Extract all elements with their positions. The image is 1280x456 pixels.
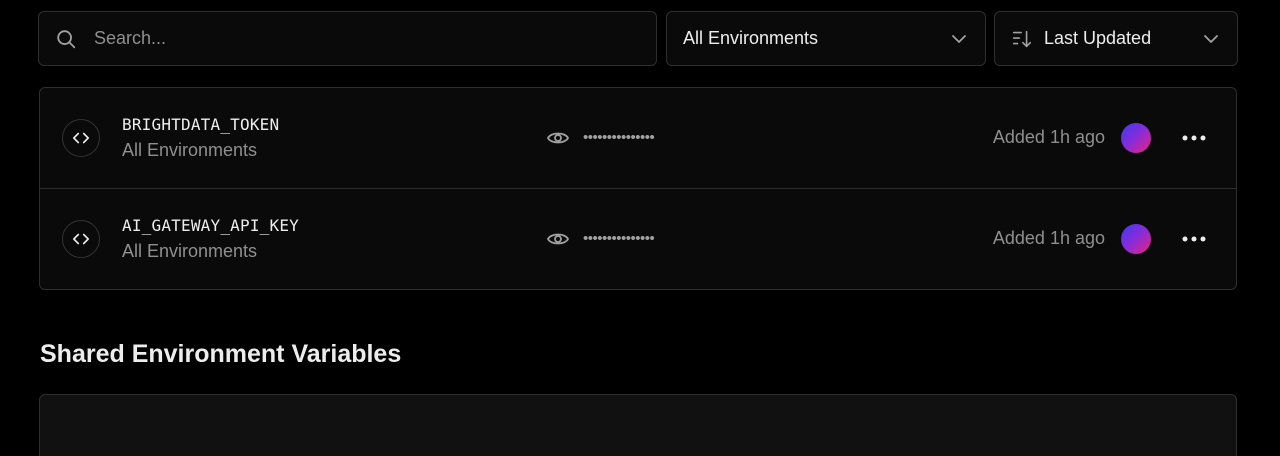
env-var-row[interactable]: BRIGHTDATA_TOKEN All Environments ••••••…	[40, 88, 1236, 188]
env-var-name: BRIGHTDATA_TOKEN	[122, 115, 280, 134]
env-var-row[interactable]: AI_GATEWAY_API_KEY All Environments ••••…	[40, 188, 1236, 289]
code-brackets-icon	[62, 119, 100, 157]
avatar	[1121, 224, 1151, 254]
search-box[interactable]	[38, 11, 657, 66]
chevron-down-icon	[949, 29, 969, 49]
more-horizontal-icon[interactable]	[1180, 227, 1208, 251]
shared-variables-panel	[39, 394, 1237, 456]
eye-icon[interactable]	[546, 227, 570, 251]
env-var-updated: Added 1h ago	[992, 127, 1105, 147]
section-title: Shared Environment Variables	[40, 340, 402, 368]
code-brackets-icon	[62, 220, 100, 258]
environment-variables-page: All Environments Last Updated	[0, 0, 1280, 456]
env-var-masked-value: •••••••••••••••	[583, 230, 655, 247]
env-var-environment: All Environments	[122, 140, 258, 160]
env-var-environment: All Environments	[122, 241, 258, 261]
environment-variables-list: BRIGHTDATA_TOKEN All Environments ••••••…	[39, 87, 1237, 290]
more-horizontal-icon[interactable]	[1180, 126, 1208, 150]
sort-descending-icon	[1010, 27, 1034, 51]
chevron-down-icon	[1201, 29, 1221, 49]
filter-toolbar: All Environments Last Updated	[38, 11, 1238, 66]
search-icon	[54, 27, 78, 51]
search-input[interactable]	[92, 27, 596, 50]
avatar	[1121, 123, 1151, 153]
env-var-masked-value: •••••••••••••••	[583, 129, 655, 146]
env-var-updated: Added 1h ago	[992, 228, 1105, 248]
eye-icon[interactable]	[546, 126, 570, 150]
environment-filter-select[interactable]: All Environments	[666, 11, 986, 66]
env-var-name: AI_GATEWAY_API_KEY	[122, 216, 299, 235]
sort-label: Last Updated	[1044, 28, 1152, 48]
environment-filter-label: All Environments	[683, 28, 819, 48]
sort-select[interactable]: Last Updated	[994, 11, 1238, 66]
